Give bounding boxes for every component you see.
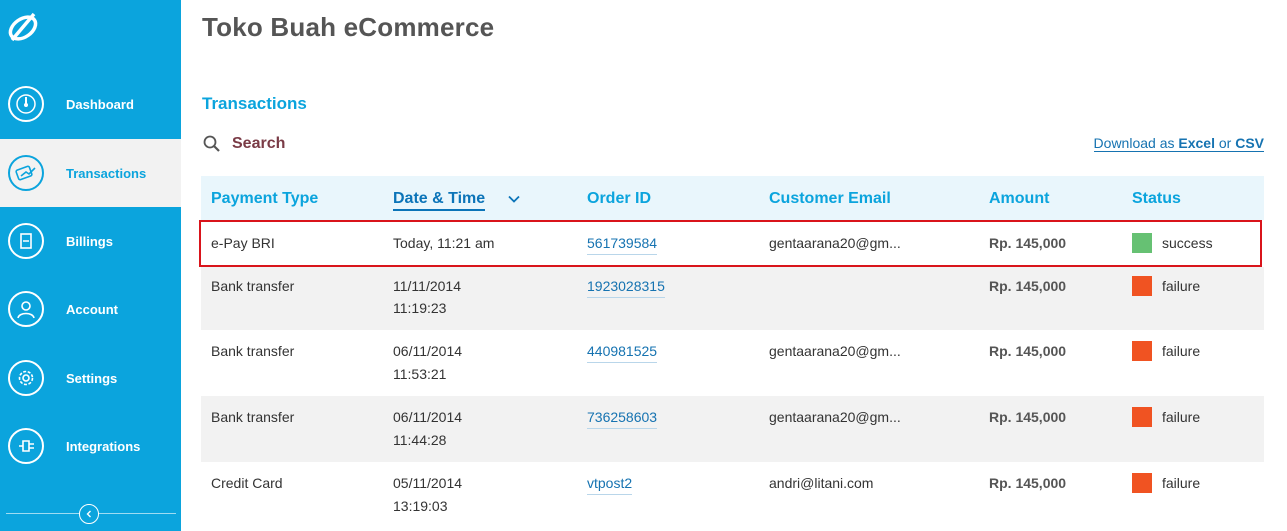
table-row[interactable]: Bank transfer 11/11/2014 11:19:23 192302… [201, 267, 1264, 330]
payment-type-cell: Bank transfer [211, 278, 295, 294]
status-success-indicator [1132, 233, 1152, 253]
table-row[interactable]: Bank transfer 06/11/2014 11:53:21 440981… [201, 330, 1264, 396]
download-or: or [1214, 135, 1236, 151]
sidebar-item-transactions[interactable]: Transactions [0, 139, 181, 207]
date-cell: Today, 11:21 am [393, 235, 495, 251]
sidebar-item-dashboard[interactable]: Dashboard [0, 70, 181, 138]
order-id-link[interactable]: 1923028315 [587, 275, 665, 298]
customer-email-cell: gentaarana20@gm... [769, 343, 901, 359]
sidebar-item-billings[interactable]: Billings [0, 207, 181, 275]
user-icon [8, 291, 44, 327]
time-cell: 11:44:28 [393, 432, 447, 448]
status-failure-indicator [1132, 407, 1152, 427]
column-header-amount[interactable]: Amount [989, 190, 1049, 208]
order-id-link[interactable]: 440981525 [587, 340, 658, 363]
sidebar-item-label: Transactions [66, 165, 147, 181]
time-cell: 11:53:21 [393, 366, 447, 382]
sidebar-item-label: Account [66, 301, 118, 317]
amount-cell: Rp. 145,000 [989, 235, 1067, 251]
status-failure-indicator [1132, 276, 1152, 296]
table-row[interactable]: Credit Card 05/11/2014 13:19:03 vtpost2 … [201, 462, 1264, 531]
sidebar-item-integrations[interactable]: Integrations [0, 412, 181, 480]
sidebar-item-label: Settings [66, 370, 118, 386]
sidebar-item-label: Dashboard [66, 96, 134, 112]
download-excel-link[interactable]: Excel [1178, 135, 1215, 151]
section-title: Transactions [202, 94, 307, 113]
amount-cell: Rp. 145,000 [989, 343, 1067, 359]
column-header-customer-email[interactable]: Customer Email [769, 190, 891, 208]
date-cell: 11/11/2014 [393, 278, 461, 294]
sidebar-item-account[interactable]: Account [0, 275, 181, 343]
column-header-payment-type[interactable]: Payment Type [211, 190, 318, 208]
customer-email-cell: gentaarana20@gm... [769, 409, 901, 425]
date-cell: 06/11/2014 [393, 343, 463, 359]
status-badge: success [1162, 235, 1213, 251]
download-links: Download as Excel or CSV [1093, 135, 1264, 152]
download-prefix: Download as [1093, 135, 1179, 151]
status-badge: failure [1162, 278, 1201, 294]
order-id-link[interactable]: vtpost2 [587, 472, 633, 495]
gear-icon [8, 360, 44, 396]
search-icon [203, 135, 220, 152]
chevron-down-icon[interactable] [507, 192, 521, 206]
order-id-link[interactable]: 736258603 [587, 406, 658, 429]
billing-icon [8, 223, 44, 259]
status-badge: failure [1162, 475, 1201, 491]
amount-cell: Rp. 145,000 [989, 409, 1067, 425]
search-label: Search [232, 135, 286, 152]
app-logo-icon [8, 12, 38, 42]
amount-cell: Rp. 145,000 [989, 475, 1067, 491]
download-csv-link[interactable]: CSV [1235, 135, 1264, 151]
sidebar: Dashboard Transactions Billings Account … [0, 0, 181, 531]
payment-type-cell: Credit Card [211, 475, 283, 491]
transactions-icon [8, 155, 44, 191]
payment-type-cell: Bank transfer [211, 343, 295, 359]
amount-cell: Rp. 145,000 [989, 278, 1067, 294]
date-cell: 06/11/2014 [393, 409, 463, 425]
status-badge: failure [1162, 343, 1201, 359]
sidebar-item-label: Integrations [66, 438, 141, 454]
column-header-date-time[interactable]: Date & Time [393, 190, 486, 211]
sidebar-item-label: Billings [66, 233, 113, 249]
table-row[interactable]: Bank transfer 06/11/2014 11:44:28 736258… [201, 396, 1264, 462]
search-button[interactable]: Search [202, 134, 285, 154]
page-title: Toko Buah eCommerce [202, 12, 495, 42]
sidebar-item-settings[interactable]: Settings [0, 344, 181, 412]
payment-type-cell: e-Pay BRI [211, 235, 275, 251]
status-badge: failure [1162, 409, 1201, 425]
plug-icon [8, 428, 44, 464]
date-cell: 05/11/2014 [393, 475, 463, 491]
time-cell: 13:19:03 [393, 498, 448, 514]
chevron-left-icon [86, 510, 91, 518]
payment-type-cell: Bank transfer [211, 409, 295, 425]
table-header: Payment Type Date & Time Order ID Custom… [201, 176, 1264, 220]
column-header-order-id[interactable]: Order ID [587, 190, 651, 208]
order-id-link[interactable]: 561739584 [587, 232, 658, 255]
collapse-sidebar-button[interactable] [79, 504, 99, 524]
status-failure-indicator [1132, 341, 1152, 361]
table-row[interactable]: e-Pay BRI Today, 11:21 am 561739584 gent… [201, 220, 1264, 267]
status-failure-indicator [1132, 473, 1152, 493]
column-header-status[interactable]: Status [1132, 190, 1181, 208]
time-cell: 11:19:23 [393, 300, 447, 316]
customer-email-cell: gentaarana20@gm... [769, 235, 901, 251]
gauge-icon [8, 86, 44, 122]
customer-email-cell: andri@litani.com [769, 475, 874, 491]
